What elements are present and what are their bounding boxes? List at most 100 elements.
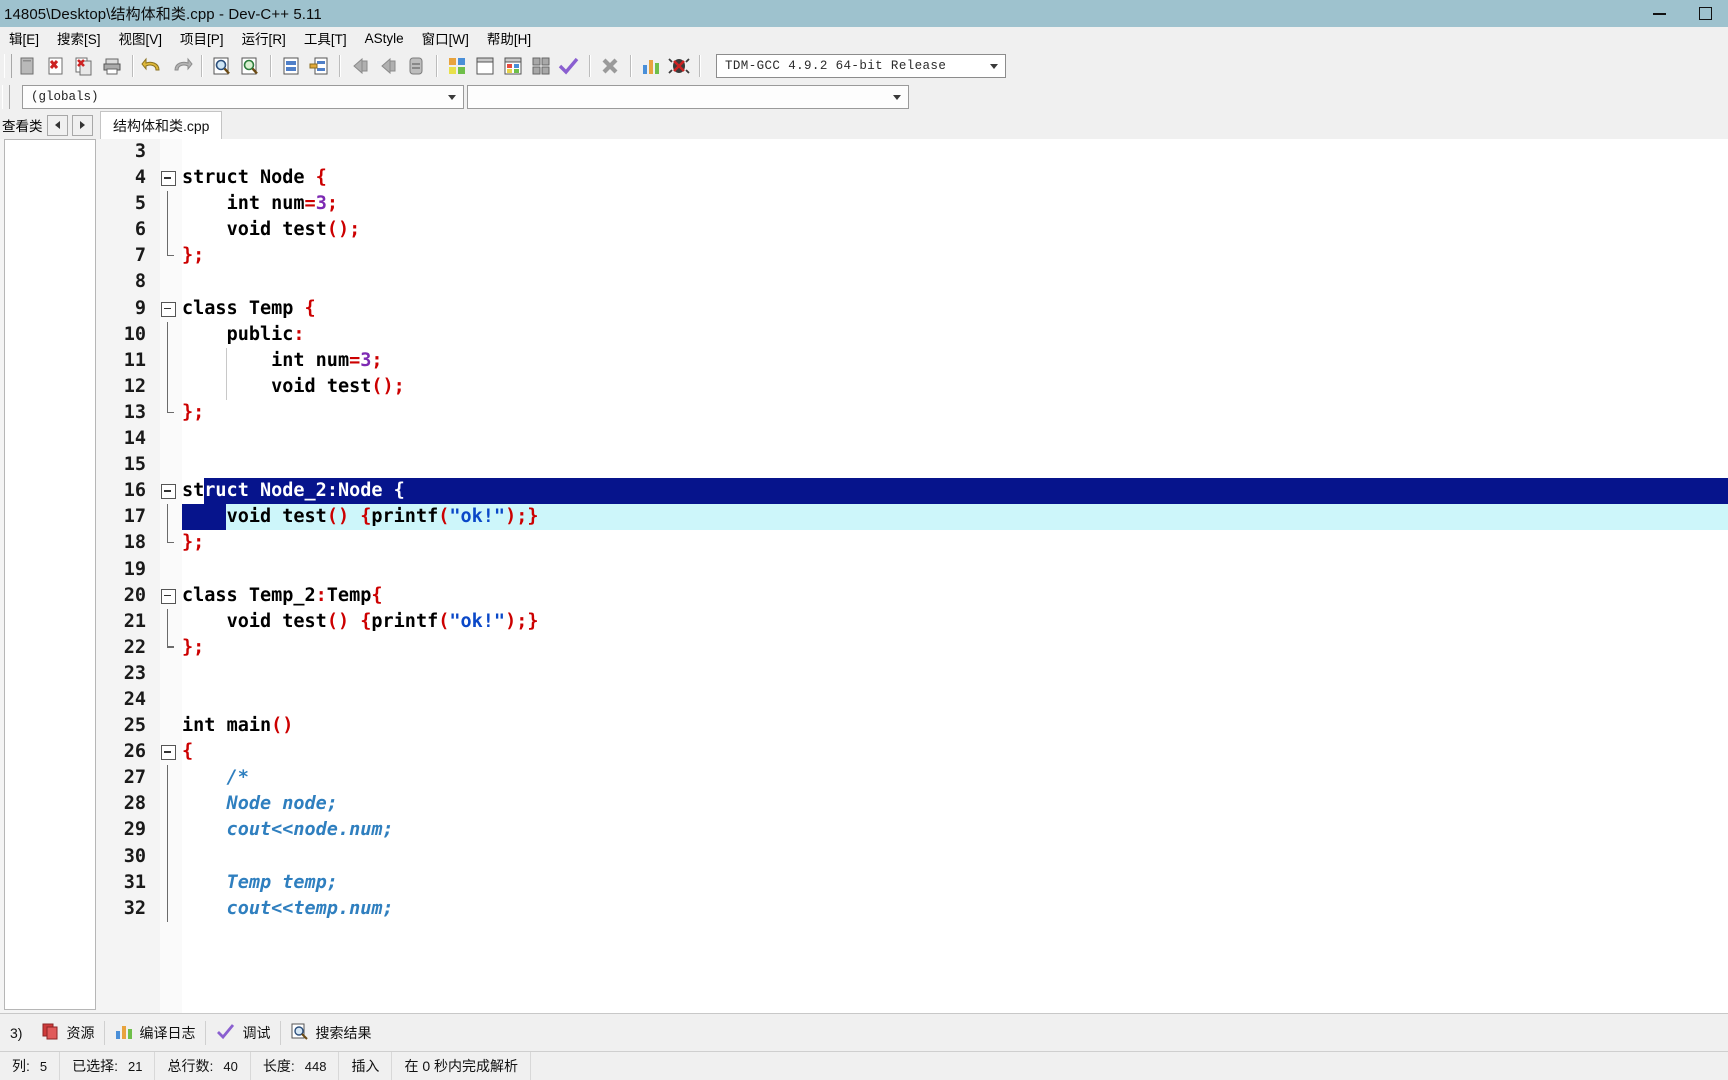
fold-collapse-icon[interactable]: [161, 745, 176, 761]
stop-icon[interactable]: [597, 53, 623, 79]
redo-icon[interactable]: [168, 53, 194, 79]
code-token: =: [304, 193, 316, 215]
minimize-button[interactable]: [1636, 0, 1682, 27]
bottom-tab-compile-log-label: 编译日志: [139, 1025, 196, 1041]
class-browser-tree[interactable]: [4, 139, 96, 1010]
find-next-icon[interactable]: [237, 53, 263, 79]
close-all-icon[interactable]: [71, 53, 97, 79]
code-token: {: [393, 480, 405, 502]
fold-collapse-icon[interactable]: [161, 301, 176, 317]
profile-icon[interactable]: [638, 53, 664, 79]
compile-icon[interactable]: [444, 53, 470, 79]
next-icon[interactable]: [71, 114, 93, 136]
code-line[interactable]: 3: [100, 139, 1728, 165]
chevron-down-icon[interactable]: [985, 55, 1003, 77]
menu-item-view[interactable]: 视图[V]: [110, 26, 172, 50]
code-line[interactable]: 5 int num=3;: [100, 191, 1728, 218]
code-line-text: void test();: [182, 217, 361, 243]
menu-item-search[interactable]: 搜索[S]: [48, 26, 110, 50]
forward-icon[interactable]: [375, 53, 401, 79]
menu-item-project[interactable]: 项目[P]: [171, 26, 233, 50]
code-line[interactable]: 20 class Temp_2:Temp{: [100, 583, 1728, 609]
code-line[interactable]: 15: [100, 452, 1728, 478]
back-icon[interactable]: [347, 53, 373, 79]
code-line[interactable]: 27 /*: [100, 765, 1728, 792]
code-line[interactable]: 23: [100, 661, 1728, 687]
properties-icon[interactable]: [403, 53, 429, 79]
toolbar-grip-2[interactable]: [2, 85, 10, 109]
undo-icon[interactable]: [140, 53, 166, 79]
code-line[interactable]: 22};: [100, 634, 1728, 661]
menu-item-tools[interactable]: 工具[T]: [295, 26, 356, 50]
toolbar-grip[interactable]: [4, 54, 12, 78]
syntax-check-icon[interactable]: [556, 53, 582, 79]
editor-tab-label: 结构体和类.cpp: [113, 118, 210, 134]
code-line[interactable]: 31 Temp temp;: [100, 869, 1728, 896]
code-line[interactable]: 13};: [100, 399, 1728, 426]
line-number: 13: [123, 401, 146, 423]
chevron-down-icon[interactable]: [443, 86, 461, 108]
code-line[interactable]: 8: [100, 269, 1728, 295]
bottom-tab-search-results[interactable]: 搜索结果: [281, 1019, 381, 1048]
print-icon[interactable]: [99, 53, 125, 79]
code-line[interactable]: 12 void test();: [100, 373, 1728, 400]
chevron-down-icon[interactable]: [888, 86, 906, 108]
compile-run-icon[interactable]: [500, 53, 526, 79]
code-content[interactable]: 3 4 struct Node {5 int num=3; 6 void test()…: [100, 139, 1728, 1014]
fold-line: [167, 895, 169, 922]
compiler-select[interactable]: TDM-GCC 4.9.2 64-bit Release: [716, 54, 1006, 78]
editor-tab[interactable]: 结构体和类.cpp: [100, 111, 223, 140]
code-line[interactable]: 14: [100, 426, 1728, 452]
menu-item-edit[interactable]: 辑[E]: [0, 26, 48, 50]
find-icon[interactable]: [209, 53, 235, 79]
debug-icon[interactable]: [666, 53, 692, 79]
menu-item-help[interactable]: 帮助[H]: [478, 26, 540, 50]
code-line[interactable]: 26 {: [100, 739, 1728, 765]
close-file-icon[interactable]: [43, 53, 69, 79]
code-line[interactable]: 30: [100, 843, 1728, 870]
code-line[interactable]: 16 struct Node_2:Node {: [100, 478, 1728, 505]
fold-collapse-icon[interactable]: [161, 171, 176, 187]
code-line[interactable]: 10 public:: [100, 321, 1728, 348]
code-line-text: struct Node {: [182, 165, 327, 191]
fold-collapse-icon[interactable]: [161, 484, 176, 500]
run-icon[interactable]: [472, 53, 498, 79]
menu-item-astyle[interactable]: AStyle: [356, 29, 413, 48]
fold-line: [167, 608, 169, 635]
goto-line-icon[interactable]: [278, 53, 304, 79]
menu-item-run[interactable]: 运行[R]: [233, 26, 295, 50]
bottom-tab-compile-log[interactable]: 编译日志: [105, 1019, 205, 1048]
scope-select[interactable]: (globals): [22, 85, 464, 109]
toolbar-separator: [270, 55, 271, 77]
code-line[interactable]: 21 void test() {printf("ok!");}: [100, 608, 1728, 635]
code-line[interactable]: 32 cout<<temp.num;: [100, 895, 1728, 922]
code-line[interactable]: 4 struct Node {: [100, 165, 1728, 191]
bottom-tab-compiler[interactable]: 3): [0, 1021, 32, 1045]
maximize-button[interactable]: [1682, 0, 1728, 27]
code-line[interactable]: 11 int num=3;: [100, 347, 1728, 374]
code-line[interactable]: 25 int main(): [100, 713, 1728, 739]
rebuild-all-icon[interactable]: [528, 53, 554, 79]
goto-function-icon[interactable]: [306, 53, 332, 79]
code-line[interactable]: 29 cout<<node.num;: [100, 817, 1728, 844]
prev-icon[interactable]: [46, 114, 68, 136]
code-token: };: [182, 245, 205, 267]
code-line[interactable]: 6 void test();: [100, 217, 1728, 244]
bottom-tab-resources[interactable]: 资源: [32, 1019, 104, 1048]
line-number: 7: [134, 245, 146, 267]
code-line[interactable]: 28 Node node;: [100, 791, 1728, 818]
member-select[interactable]: [467, 85, 909, 109]
bottom-tab-debug[interactable]: 调试: [206, 1019, 280, 1048]
new-file-icon[interactable]: [15, 53, 41, 79]
code-token: (: [438, 610, 450, 632]
code-line[interactable]: 7};: [100, 243, 1728, 269]
code-line[interactable]: 24: [100, 687, 1728, 713]
menu-item-window[interactable]: 窗口[W]: [413, 26, 478, 50]
code-line-text: };: [182, 400, 204, 426]
code-line[interactable]: 9 class Temp {: [100, 296, 1728, 322]
code-editor[interactable]: 3 4 struct Node {5 int num=3; 6 void test()…: [100, 139, 1728, 1014]
fold-collapse-icon[interactable]: [161, 588, 176, 604]
code-line[interactable]: 17 void test() {printf("ok!");}: [100, 504, 1728, 531]
code-line[interactable]: 19: [100, 557, 1728, 583]
code-line[interactable]: 18};: [100, 530, 1728, 556]
